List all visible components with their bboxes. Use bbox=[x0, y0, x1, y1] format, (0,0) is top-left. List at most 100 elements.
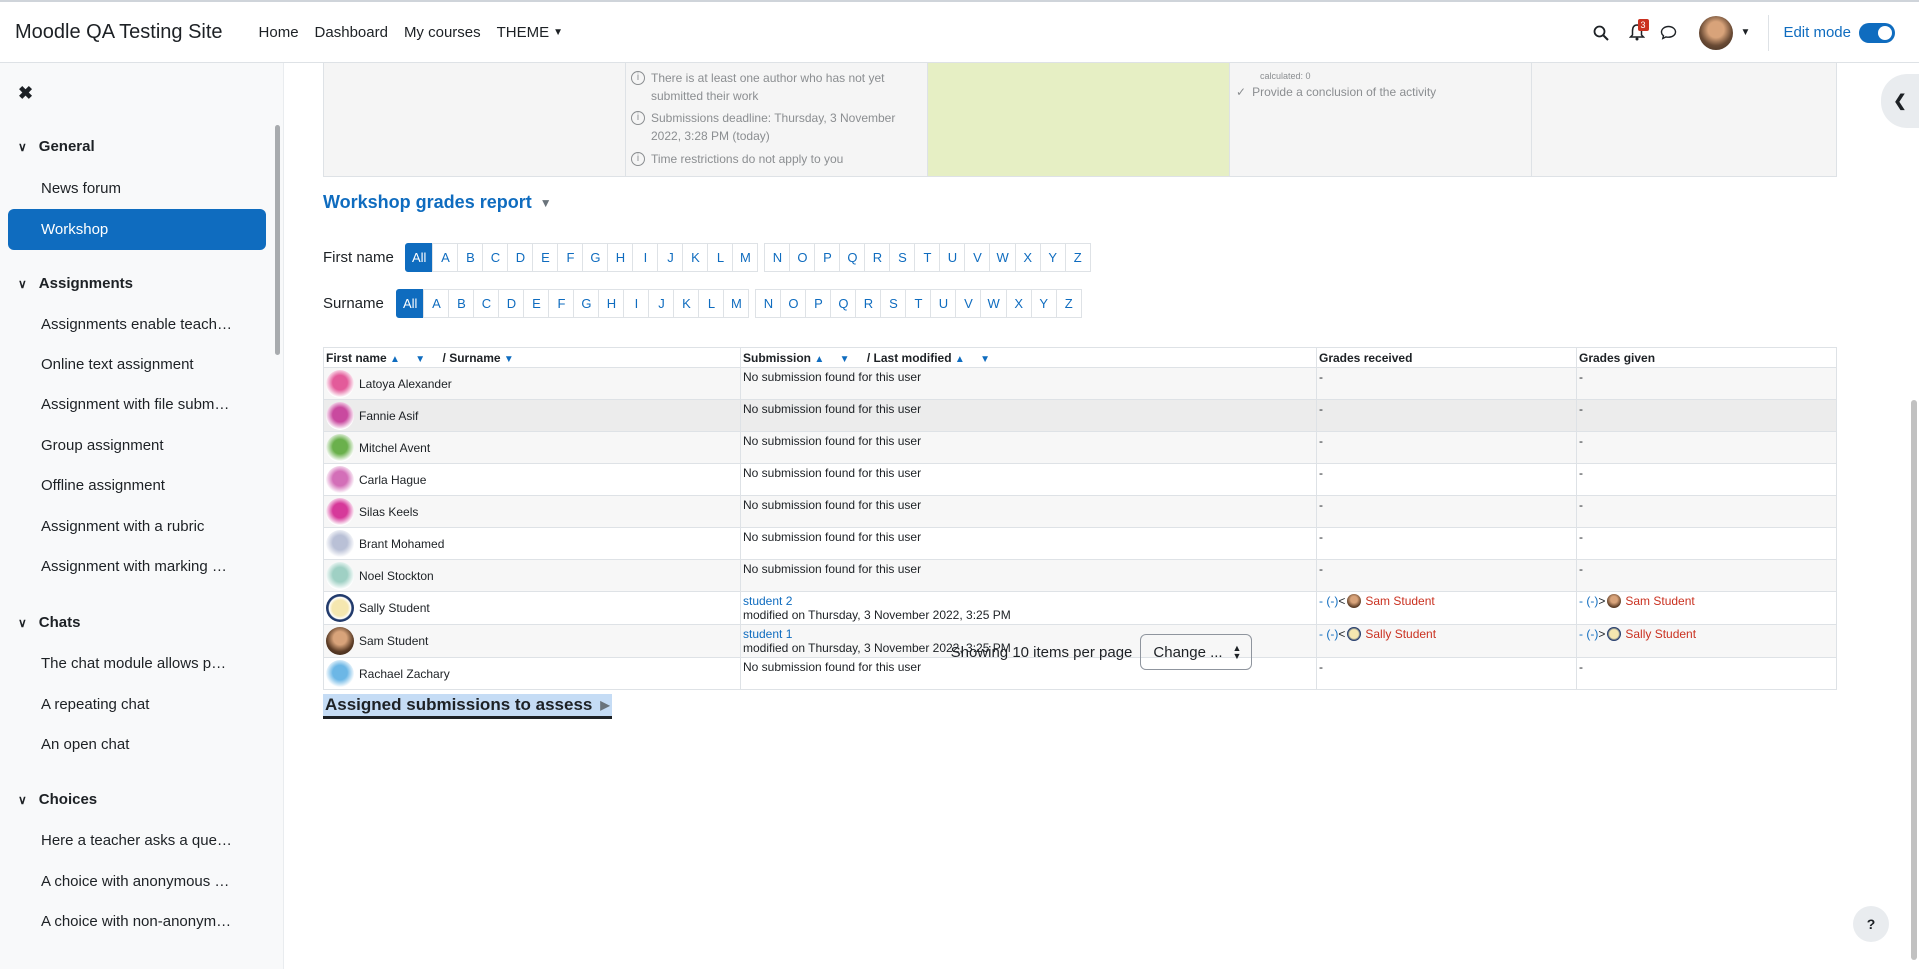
first-name-initial-i[interactable]: I bbox=[632, 243, 659, 272]
drawer-item[interactable]: Here a teacher asks a que… bbox=[41, 832, 232, 849]
surname-initial-all[interactable]: All bbox=[396, 289, 425, 318]
surname-initial-i[interactable]: I bbox=[623, 289, 650, 318]
drawer-item-workshop[interactable]: Workshop bbox=[8, 209, 266, 250]
user-name-link[interactable]: Mitchel Avent bbox=[359, 441, 430, 455]
first-name-initial-s[interactable]: S bbox=[889, 243, 916, 272]
surname-initial-n[interactable]: N bbox=[755, 289, 782, 318]
surname-initial-x[interactable]: X bbox=[1005, 289, 1032, 318]
first-name-initial-n[interactable]: N bbox=[764, 243, 791, 272]
drawer-item[interactable]: Offline assignment bbox=[41, 477, 165, 494]
first-name-initial-o[interactable]: O bbox=[789, 243, 816, 272]
sort-desc-icon[interactable]: ▼ bbox=[840, 354, 850, 365]
sort-first-name[interactable]: First name bbox=[326, 351, 387, 365]
drawer-item[interactable]: A choice with anonymous … bbox=[41, 873, 229, 890]
edit-mode-toggle[interactable] bbox=[1859, 22, 1895, 43]
user-avatar[interactable] bbox=[326, 401, 354, 430]
nav-my-courses[interactable]: My courses bbox=[404, 24, 481, 41]
sort-desc-icon[interactable]: ▼ bbox=[415, 354, 425, 365]
messages-chat-icon[interactable] bbox=[1653, 17, 1685, 49]
sort-desc-icon[interactable]: ▼ bbox=[980, 354, 990, 365]
drawer-item[interactable]: Assignment with a rubric bbox=[41, 518, 204, 535]
drawer-item[interactable]: Assignment with file subm… bbox=[41, 396, 229, 413]
sort-asc-icon[interactable]: ▲ bbox=[955, 354, 965, 365]
first-name-initial-a[interactable]: A bbox=[432, 243, 459, 272]
section-assignments[interactable]: ∨ Assignments bbox=[18, 275, 133, 292]
section-choices[interactable]: ∨ Choices bbox=[18, 791, 97, 808]
drawer-item-news-forum[interactable]: News forum bbox=[41, 180, 121, 197]
sort-last-modified[interactable]: / Last modified bbox=[867, 351, 952, 365]
first-name-initial-all[interactable]: All bbox=[405, 243, 434, 272]
surname-initial-k[interactable]: K bbox=[673, 289, 700, 318]
surname-initial-c[interactable]: C bbox=[473, 289, 500, 318]
surname-initial-z[interactable]: Z bbox=[1055, 289, 1082, 318]
first-name-initial-l[interactable]: L bbox=[707, 243, 734, 272]
first-name-initial-w[interactable]: W bbox=[989, 243, 1016, 272]
first-name-initial-q[interactable]: Q bbox=[839, 243, 866, 272]
grade-value-link[interactable]: - (-) bbox=[1579, 594, 1598, 608]
workshop-grades-report-title[interactable]: Workshop grades report ▼ bbox=[323, 192, 552, 213]
notifications-bell-icon[interactable]: 3 bbox=[1621, 17, 1653, 49]
per-page-select[interactable]: Change ... ▲ ▼ bbox=[1140, 634, 1253, 670]
surname-initial-j[interactable]: J bbox=[648, 289, 675, 318]
user-avatar[interactable] bbox=[326, 433, 354, 462]
surname-initial-u[interactable]: U bbox=[930, 289, 957, 318]
first-name-initial-t[interactable]: T bbox=[914, 243, 941, 272]
surname-initial-p[interactable]: P bbox=[805, 289, 832, 318]
surname-initial-g[interactable]: G bbox=[573, 289, 600, 318]
user-avatar[interactable] bbox=[326, 497, 354, 526]
page-scrollbar[interactable] bbox=[1911, 400, 1917, 960]
first-name-initial-e[interactable]: E bbox=[532, 243, 559, 272]
user-name-link[interactable]: Silas Keels bbox=[359, 505, 418, 519]
surname-initial-h[interactable]: H bbox=[598, 289, 625, 318]
first-name-initial-c[interactable]: C bbox=[482, 243, 509, 272]
nav-home[interactable]: Home bbox=[259, 24, 299, 41]
site-brand[interactable]: Moodle QA Testing Site bbox=[15, 21, 223, 44]
search-icon[interactable] bbox=[1585, 17, 1617, 49]
surname-initial-q[interactable]: Q bbox=[830, 289, 857, 318]
first-name-initial-h[interactable]: H bbox=[607, 243, 634, 272]
first-name-initial-d[interactable]: D bbox=[507, 243, 534, 272]
sort-surname[interactable]: / Surname bbox=[443, 351, 501, 365]
drawer-item[interactable]: Online text assignment bbox=[41, 356, 194, 373]
user-name-link[interactable]: Fannie Asif bbox=[359, 409, 418, 423]
surname-initial-o[interactable]: O bbox=[780, 289, 807, 318]
first-name-initial-k[interactable]: K bbox=[682, 243, 709, 272]
grade-value-link[interactable]: - (-) bbox=[1319, 594, 1338, 608]
surname-initial-b[interactable]: B bbox=[448, 289, 475, 318]
drawer-scrollbar[interactable] bbox=[275, 125, 280, 355]
first-name-initial-y[interactable]: Y bbox=[1039, 243, 1066, 272]
nav-dashboard[interactable]: Dashboard bbox=[315, 24, 388, 41]
sort-desc-icon[interactable]: ▼ bbox=[504, 354, 514, 365]
first-name-initial-j[interactable]: J bbox=[657, 243, 684, 272]
user-avatar[interactable] bbox=[326, 529, 354, 558]
sort-asc-icon[interactable]: ▲ bbox=[814, 354, 824, 365]
drawer-item[interactable]: Group assignment bbox=[41, 437, 164, 454]
surname-initial-r[interactable]: R bbox=[855, 289, 882, 318]
surname-initial-w[interactable]: W bbox=[980, 289, 1007, 318]
drawer-item[interactable]: Assignments enable teach… bbox=[41, 316, 232, 333]
first-name-initial-p[interactable]: P bbox=[814, 243, 841, 272]
surname-initial-s[interactable]: S bbox=[880, 289, 907, 318]
user-avatar[interactable] bbox=[326, 465, 354, 494]
first-name-initial-b[interactable]: B bbox=[457, 243, 484, 272]
section-general[interactable]: ∨ General bbox=[18, 138, 95, 155]
surname-initial-y[interactable]: Y bbox=[1030, 289, 1057, 318]
section-chats[interactable]: ∨ Chats bbox=[18, 614, 80, 631]
drawer-item[interactable]: Assignment with marking … bbox=[41, 558, 227, 575]
nav-theme[interactable]: THEME ▼ bbox=[497, 24, 563, 41]
drawer-item[interactable]: A repeating chat bbox=[41, 696, 149, 713]
surname-initial-a[interactable]: A bbox=[423, 289, 450, 318]
surname-initial-d[interactable]: D bbox=[498, 289, 525, 318]
first-name-initial-z[interactable]: Z bbox=[1064, 243, 1091, 272]
sort-asc-icon[interactable]: ▲ bbox=[390, 354, 400, 365]
surname-initial-t[interactable]: T bbox=[905, 289, 932, 318]
surname-initial-m[interactable]: M bbox=[723, 289, 750, 318]
surname-initial-v[interactable]: V bbox=[955, 289, 982, 318]
first-name-initial-r[interactable]: R bbox=[864, 243, 891, 272]
user-menu[interactable]: ▼ bbox=[1698, 15, 1750, 50]
first-name-initial-x[interactable]: X bbox=[1014, 243, 1041, 272]
close-icon[interactable]: ✖ bbox=[18, 83, 33, 104]
user-name-link[interactable]: Brant Mohamed bbox=[359, 537, 444, 551]
user-avatar[interactable] bbox=[326, 369, 354, 398]
first-name-initial-v[interactable]: V bbox=[964, 243, 991, 272]
